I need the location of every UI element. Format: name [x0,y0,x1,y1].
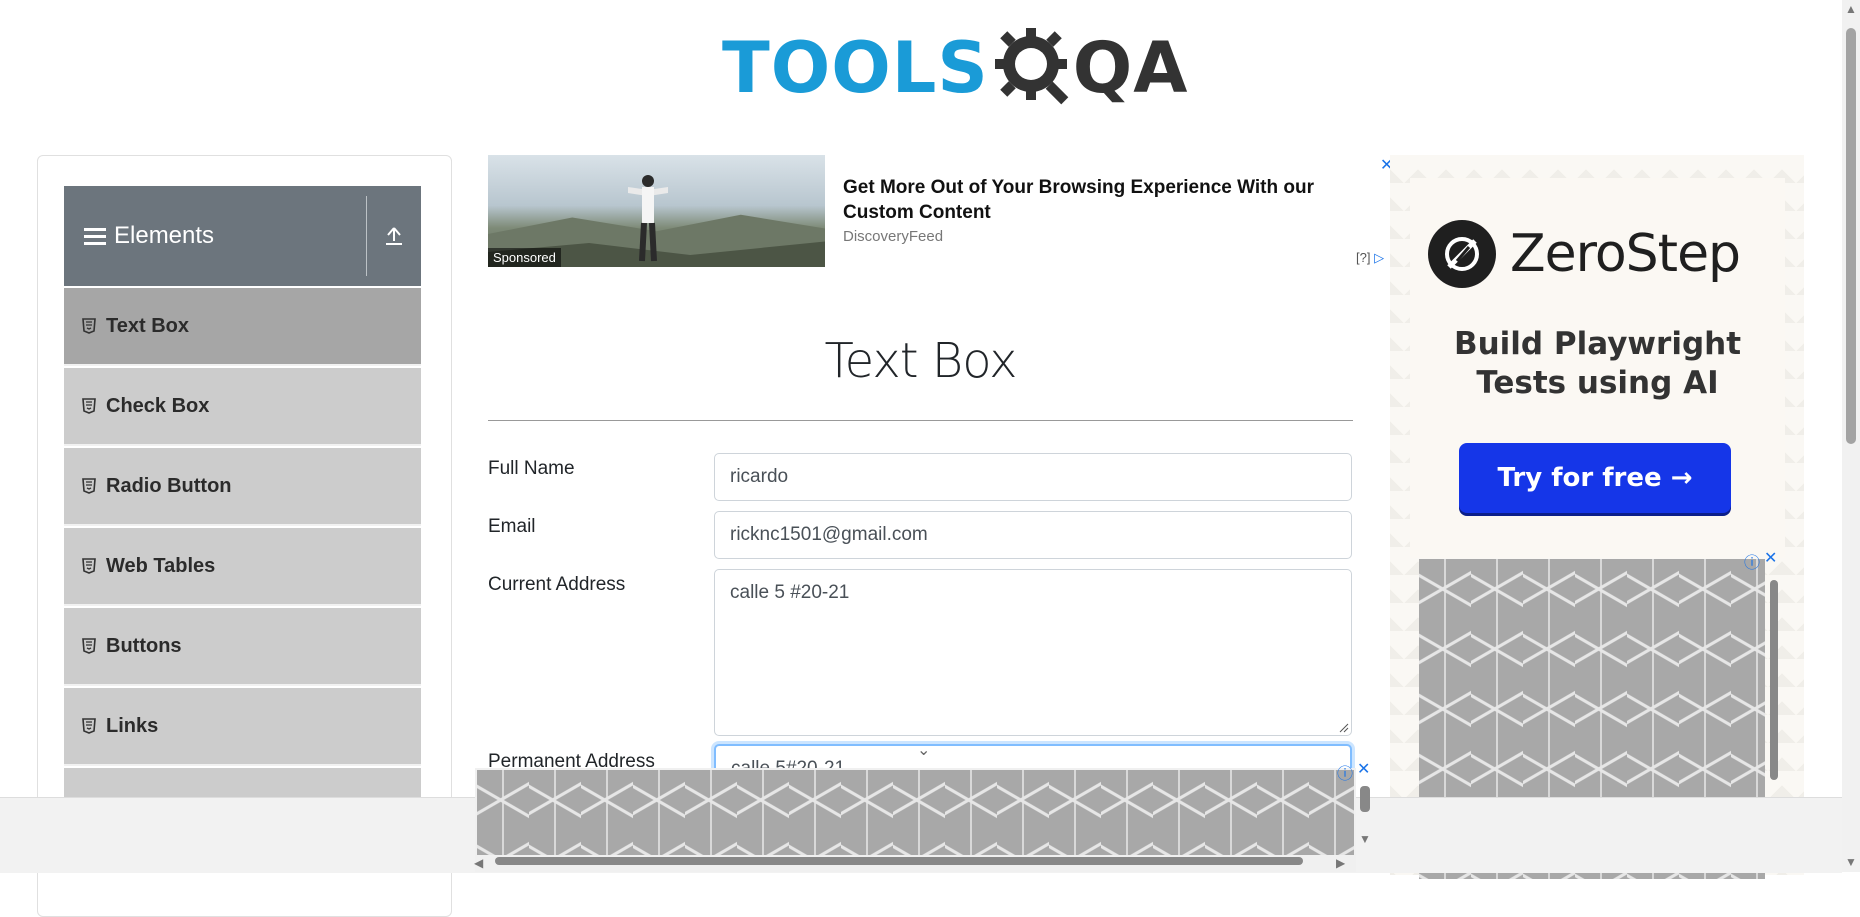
sidebar-item-links[interactable]: Links [64,688,421,766]
adchoices-icon[interactable]: ▷ [1374,250,1384,265]
sidebar-item-label: Links [106,714,159,737]
html5-icon [82,398,96,414]
html5-icon [82,718,96,734]
scroll-right-arrow-icon[interactable]: ▶ [1336,856,1345,870]
toolsqa-logo[interactable]: TOOLS QA [722,18,1188,118]
sidebar-group-elements[interactable]: Elements [64,186,421,286]
sidebar-item-radio-button[interactable]: Radio Button [64,448,421,526]
ad-image[interactable]: Sponsored [488,155,825,267]
html5-icon [82,318,96,334]
html5-icon [82,638,96,654]
ad-help-text: [?] [1356,250,1371,265]
bottom-ad-hscroll[interactable] [495,857,1303,865]
html5-icon [82,558,96,574]
sidebar-item-label: Check Box [106,394,210,417]
sidebar-item-buttons[interactable]: Buttons [64,608,421,686]
logo-text-qa: QA [1072,27,1189,109]
ad-source[interactable]: DiscoveryFeed [843,228,943,245]
current-address-textarea[interactable]: calle 5 #20-21 [714,569,1352,736]
html5-icon [82,478,96,494]
scroll-up-arrow-icon[interactable]: ▲ [1845,2,1857,16]
zerostep-tagline: Build Playwright Tests using AI [1410,325,1785,403]
zerostep-logo-icon [1428,220,1496,288]
zerostep-tagline-line2: Tests using AI [1476,365,1719,401]
info-icon[interactable]: ⓘ [1744,549,1760,573]
full-name-label: Full Name [488,458,575,479]
resize-handle-icon[interactable] [1339,723,1349,733]
person-figure [628,175,668,262]
bottom-ad-pattern[interactable] [477,770,1354,855]
zerostep-logo[interactable]: ZeroStep [1428,220,1741,288]
zerostep-tagline-line1: Build Playwright [1453,326,1742,362]
collapse-arrow-icon[interactable] [367,225,421,247]
email-label: Email [488,516,536,537]
chevron-down-icon[interactable]: ⌄ [917,740,930,760]
full-name-value: ricardo [730,466,789,487]
ad-headline[interactable]: Get More Out of Your Browsing Experience… [843,175,1343,225]
sidebar-item-web-tables[interactable]: Web Tables [64,528,421,606]
gear-magnifier-icon [994,28,1069,105]
ad-help-link[interactable]: [?] ▷ [1356,250,1384,266]
page-scrollbar-thumb[interactable] [1846,28,1856,444]
sidebar-item-label: Buttons [106,634,182,657]
close-icon[interactable]: ✕ [1357,759,1370,779]
zerostep-brand: ZeroStep [1510,224,1741,284]
sidebar-item-label: Radio Button [106,474,232,497]
scroll-down-arrow-icon[interactable]: ▼ [1845,855,1857,869]
scroll-down-arrow-icon[interactable]: ▼ [1359,832,1371,846]
sidebar-item-label: Web Tables [106,554,216,577]
scroll-left-arrow-icon[interactable]: ◀ [474,856,483,870]
page-title: Text Box [824,333,1017,389]
close-icon[interactable]: ✕ [1764,548,1777,568]
title-divider [488,420,1353,421]
bottom-ad-vscroll[interactable] [1360,786,1370,812]
sidebar-item-label: Text Box [106,314,189,337]
menu-icon [84,224,106,249]
sponsored-label: Sponsored [488,248,561,267]
sidebar-item-text-box[interactable]: Text Box [64,288,421,366]
email-value: ricknc1501@gmail.com [730,524,928,545]
current-address-label: Current Address [488,574,626,595]
current-address-value: calle 5 #20-21 [730,582,850,603]
sidebar-item-check-box[interactable]: Check Box [64,368,421,446]
header-divider [366,196,367,276]
try-for-free-button[interactable]: Try for free → [1459,443,1731,513]
ad-scrollbar[interactable] [1770,580,1778,780]
sidebar-group-title: Elements [114,222,215,249]
email-input[interactable]: ricknc1501@gmail.com [714,511,1352,559]
info-icon[interactable]: ⓘ [1337,760,1353,784]
full-name-input[interactable]: ricardo [714,453,1352,501]
logo-text-tools: TOOLS [722,27,989,109]
